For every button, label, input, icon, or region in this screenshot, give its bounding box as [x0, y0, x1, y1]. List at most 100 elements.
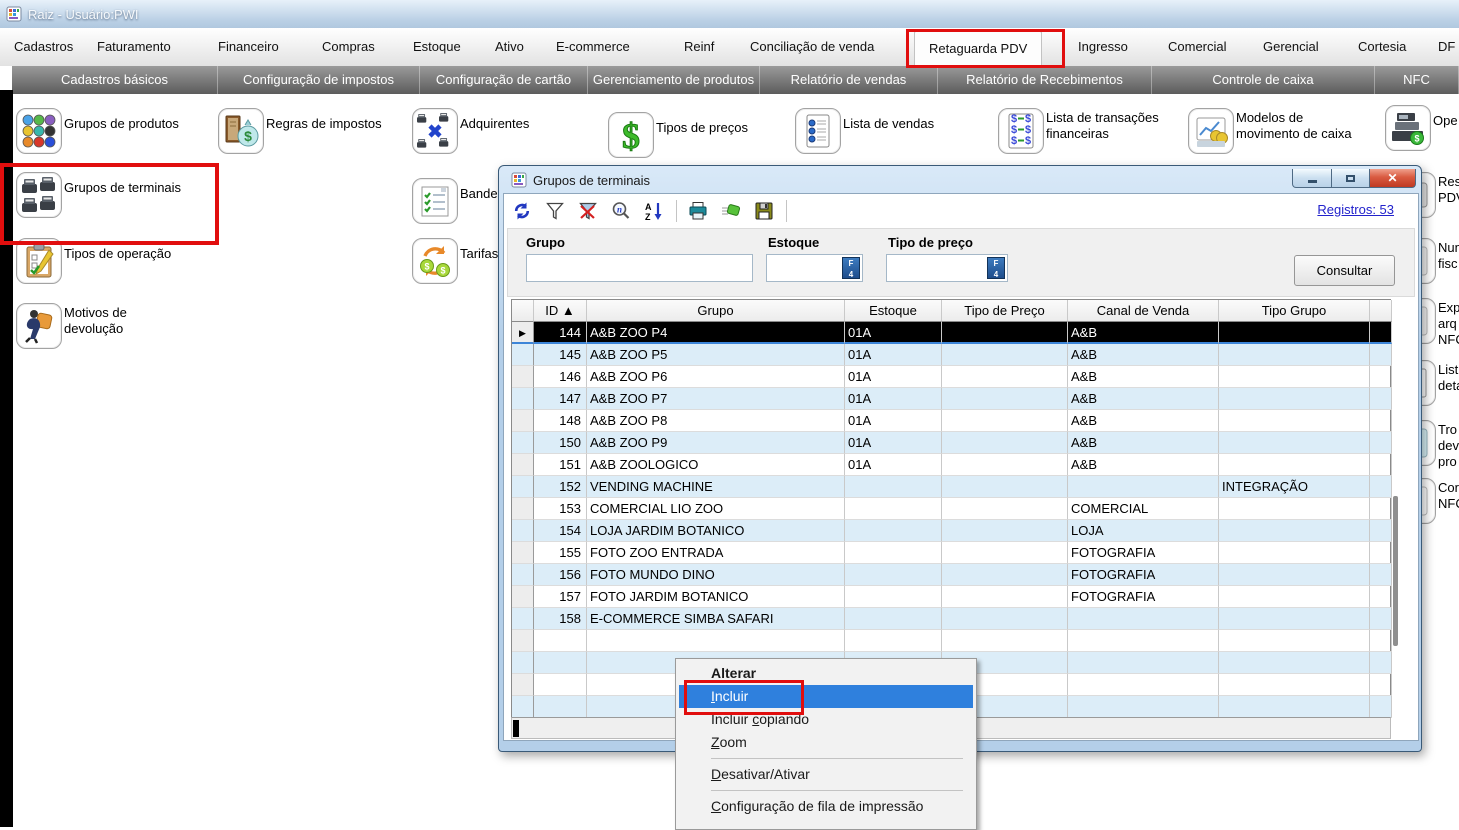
- ribbon-tab-gerenciamento-de-produtos[interactable]: Gerenciamento de produtos: [588, 66, 760, 94]
- ribbon-tab-controle-de-caixa[interactable]: Controle de caixa: [1152, 66, 1375, 94]
- row-selector[interactable]: [512, 520, 534, 542]
- row-selector[interactable]: [512, 476, 534, 498]
- table-row[interactable]: 151A&B ZOOLOGICO01AA&B: [512, 454, 1390, 476]
- context-menu-item-desativar-ativar[interactable]: Desativar/Ativar: [679, 763, 973, 786]
- ribbon-tab-configuracao-de-impostos[interactable]: Configuração de impostos: [218, 66, 420, 94]
- maximize-button[interactable]: [1332, 169, 1370, 188]
- tipos-de-operacao-icon[interactable]: [16, 238, 62, 284]
- bande-icon[interactable]: [412, 178, 458, 224]
- table-row[interactable]: 153COMERCIAL LIO ZOOCOMERCIAL: [512, 498, 1390, 520]
- table-row[interactable]: 158E-COMMERCE SIMBA SAFARI: [512, 608, 1390, 630]
- ribbon-tab-nfc[interactable]: NFC: [1375, 66, 1459, 94]
- ribbon-tab-relatorio-de-recebimentos[interactable]: Relatório de Recebimentos: [938, 66, 1152, 94]
- menubar-item-conciliacao-de-venda[interactable]: Conciliação de venda: [750, 28, 874, 66]
- column-header-grupo[interactable]: Grupo: [587, 300, 845, 322]
- column-header-blank[interactable]: [512, 300, 534, 322]
- row-selector[interactable]: [512, 410, 534, 432]
- table-row[interactable]: 155FOTO ZOO ENTRADAFOTOGRAFIA: [512, 542, 1390, 564]
- erase-toolbar-button[interactable]: [718, 200, 744, 222]
- row-selector[interactable]: [512, 344, 534, 366]
- table-scrollbar-thumb[interactable]: [1393, 496, 1398, 646]
- table-row[interactable]: 150A&B ZOO P901AA&B: [512, 432, 1390, 454]
- column-header-canal-de-venda[interactable]: Canal de Venda: [1068, 300, 1219, 322]
- row-selector[interactable]: ▶: [512, 322, 534, 344]
- modelos-de-movimento-de-caixa-icon[interactable]: [1188, 108, 1234, 154]
- tarifas-icon[interactable]: $$: [412, 238, 458, 284]
- grupos-de-produtos-icon[interactable]: [16, 108, 62, 154]
- tipos-de-precos-icon[interactable]: $: [608, 112, 654, 158]
- menubar-item-ingresso[interactable]: Ingresso: [1078, 28, 1128, 66]
- ribbon-tab-configuracao-de-cartao[interactable]: Configuração de cartão: [420, 66, 588, 94]
- row-selector[interactable]: [512, 454, 534, 476]
- close-button[interactable]: ✕: [1370, 169, 1416, 188]
- menubar-item-reinf[interactable]: Reinf: [684, 28, 714, 66]
- clear-filter-toolbar-button[interactable]: [575, 200, 601, 222]
- column-header-id[interactable]: ID ▲: [534, 300, 587, 322]
- grupo-input[interactable]: [526, 254, 753, 282]
- table-row[interactable]: 156FOTO MUNDO DINOFOTOGRAFIA: [512, 564, 1390, 586]
- filter-toolbar-button[interactable]: [542, 200, 568, 222]
- row-selector[interactable]: [512, 674, 534, 696]
- row-selector[interactable]: [512, 432, 534, 454]
- row-selector[interactable]: [512, 388, 534, 410]
- menubar-item-cadastros[interactable]: Cadastros: [14, 28, 73, 66]
- estoque-f4-button[interactable]: F4: [842, 257, 860, 279]
- context-menu-item-zoom[interactable]: Zoom: [679, 731, 973, 754]
- row-selector[interactable]: [512, 652, 534, 674]
- menubar-item-e-commerce[interactable]: E-commerce: [556, 28, 630, 66]
- table-row[interactable]: 148A&B ZOO P801AA&B: [512, 410, 1390, 432]
- estoque-input[interactable]: F4: [766, 254, 863, 282]
- refresh-toolbar-button[interactable]: [509, 200, 535, 222]
- row-selector[interactable]: [512, 564, 534, 586]
- row-selector[interactable]: [512, 366, 534, 388]
- menubar-item-comercial[interactable]: Comercial: [1168, 28, 1227, 66]
- save-toolbar-button[interactable]: [751, 200, 777, 222]
- menubar-item-gerencial[interactable]: Gerencial: [1263, 28, 1319, 66]
- table-row[interactable]: 145A&B ZOO P501AA&B: [512, 344, 1390, 366]
- menubar-item-estoque[interactable]: Estoque: [413, 28, 461, 66]
- tipo-de-preco-input[interactable]: F4: [886, 254, 1008, 282]
- row-selector[interactable]: [512, 498, 534, 520]
- grupos-de-terminais-icon[interactable]: [16, 172, 62, 218]
- context-menu-item-configuracao-de-fila-de-impressao[interactable]: Configuração de fila de impressão: [679, 795, 973, 818]
- motivos-de-devolucao-icon[interactable]: [16, 303, 62, 349]
- menubar-item-df[interactable]: DF: [1438, 28, 1455, 66]
- ribbon-tab-cadastros-basicos[interactable]: Cadastros básicos: [12, 66, 218, 94]
- menubar-item-faturamento[interactable]: Faturamento: [97, 28, 171, 66]
- ope-icon[interactable]: $: [1385, 105, 1431, 151]
- menubar-item-retaguarda-pdv[interactable]: Retaguarda PDV: [914, 31, 1042, 67]
- regras-de-impostos-icon[interactable]: $: [218, 108, 264, 154]
- minimize-button[interactable]: [1292, 169, 1332, 188]
- context-menu-item-incluir-copiando[interactable]: Incluir copiando: [679, 708, 973, 731]
- table-row[interactable]: ▶144A&B ZOO P401AA&B: [512, 322, 1390, 344]
- table-row[interactable]: 157FOTO JARDIM BOTANICOFOTOGRAFIA: [512, 586, 1390, 608]
- dialog-titlebar[interactable]: Grupos de terminais: [511, 172, 650, 188]
- row-selector[interactable]: [512, 696, 534, 718]
- column-header-estoque[interactable]: Estoque: [845, 300, 942, 322]
- adquirentes-icon[interactable]: [412, 108, 458, 154]
- row-selector[interactable]: [512, 542, 534, 564]
- row-selector[interactable]: [512, 630, 534, 652]
- zoom-toolbar-button[interactable]: n: [608, 200, 634, 222]
- column-header-tipo-grupo[interactable]: Tipo Grupo: [1219, 300, 1370, 322]
- registros-link[interactable]: Registros: 53: [1317, 202, 1394, 217]
- table-row-empty[interactable]: [512, 630, 1390, 652]
- table-row[interactable]: 152VENDING MACHINEINTEGRAÇÃO: [512, 476, 1390, 498]
- table-row[interactable]: 147A&B ZOO P701AA&B: [512, 388, 1390, 410]
- print-toolbar-button[interactable]: [685, 200, 711, 222]
- tipo-f4-button[interactable]: F4: [987, 257, 1005, 279]
- row-selector[interactable]: [512, 586, 534, 608]
- context-menu-item-incluir[interactable]: Incluir: [679, 685, 973, 708]
- table-row[interactable]: 154LOJA JARDIM BOTANICOLOJA: [512, 520, 1390, 542]
- menubar-item-ativo[interactable]: Ativo: [495, 28, 524, 66]
- menubar-item-compras[interactable]: Compras: [322, 28, 375, 66]
- sort-toolbar-button[interactable]: AZ: [641, 200, 667, 222]
- column-header-tipo-de-preco[interactable]: Tipo de Preço: [942, 300, 1068, 322]
- consultar-button[interactable]: Consultar: [1294, 255, 1395, 286]
- table-row[interactable]: 146A&B ZOO P601AA&B: [512, 366, 1390, 388]
- column-header-blank[interactable]: [1370, 300, 1392, 322]
- row-selector[interactable]: [512, 608, 534, 630]
- lista-de-transacoes-financeiras-icon[interactable]: $$$$$$: [998, 108, 1044, 154]
- context-menu-item-alterar[interactable]: Alterar: [679, 662, 973, 685]
- menubar-item-financeiro[interactable]: Financeiro: [218, 28, 279, 66]
